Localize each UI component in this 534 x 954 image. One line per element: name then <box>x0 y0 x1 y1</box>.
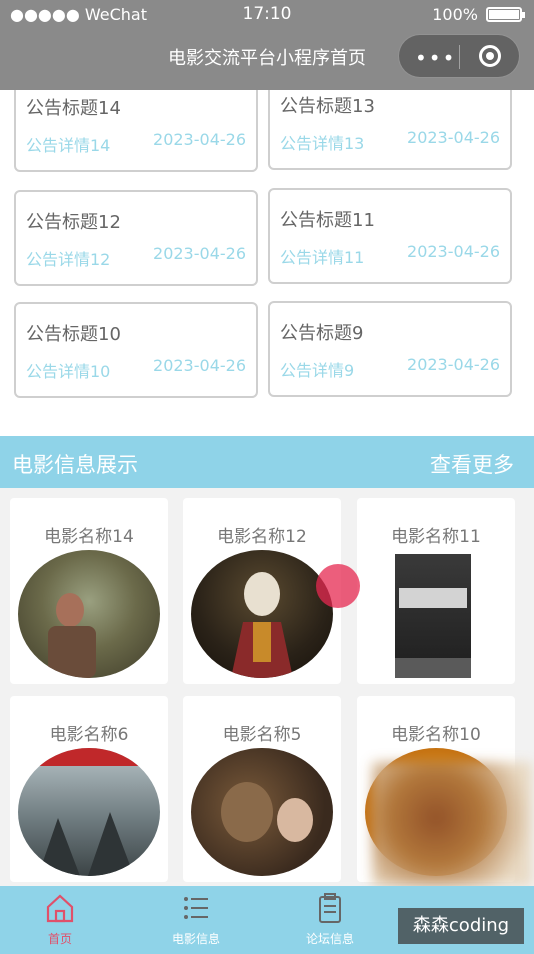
notice-detail: 公告详情12 <box>26 250 111 269</box>
status-bar: ●●●●● WeChat 17:10 100% <box>0 0 534 30</box>
movie-poster <box>191 748 333 876</box>
clipboard-icon <box>319 893 341 923</box>
notice-title: 公告标题12 <box>26 212 121 233</box>
movie-poster <box>395 554 471 678</box>
notice-card[interactable]: 公告标题14 公告详情14 2023-04-26 <box>14 90 258 172</box>
movie-poster <box>191 550 333 678</box>
notice-card[interactable]: 公告标题10 公告详情10 2023-04-26 <box>14 302 258 398</box>
mini-program-capsule: ••• <box>398 34 520 78</box>
notice-title: 公告标题13 <box>280 96 375 117</box>
movie-card[interactable]: 电影名称6 <box>10 696 168 882</box>
movie-card[interactable]: 电影名称14 <box>10 498 168 684</box>
list-icon <box>184 897 208 919</box>
view-more-link[interactable]: 查看更多 <box>430 449 514 479</box>
notice-card[interactable]: 公告标题13 公告详情13 2023-04-26 <box>268 90 512 170</box>
notice-title: 公告标题10 <box>26 324 121 345</box>
movie-name: 电影名称14 <box>44 527 134 547</box>
notice-title: 公告标题9 <box>280 323 364 344</box>
movie-name: 电影名称10 <box>391 725 481 745</box>
close-target-icon[interactable] <box>479 45 501 67</box>
tab-home[interactable]: 首页 <box>0 892 125 947</box>
movie-card[interactable]: 电影名称5 <box>183 696 341 882</box>
movie-name: 电影名称5 <box>222 725 302 745</box>
notice-card[interactable]: 公告标题9 公告详情9 2023-04-26 <box>268 301 512 397</box>
movie-poster <box>18 550 160 678</box>
touch-indicator <box>316 564 360 608</box>
tab-movie-info[interactable]: 电影信息 <box>131 892 261 947</box>
tab-movie-info-label: 电影信息 <box>171 932 220 946</box>
capsule-divider <box>459 45 460 69</box>
more-icon[interactable]: ••• <box>415 46 456 70</box>
notice-date: 2023-04-26 <box>407 242 500 261</box>
movie-name: 电影名称6 <box>49 725 129 745</box>
notice-date: 2023-04-26 <box>153 356 246 375</box>
notice-list: 公告标题14 公告详情14 2023-04-26 公告标题13 公告详情13 2… <box>0 90 534 435</box>
blurred-overlay <box>372 762 532 886</box>
notice-card[interactable]: 公告标题12 公告详情12 2023-04-26 <box>14 190 258 286</box>
tab-forum-info-label: 论坛信息 <box>305 932 354 946</box>
tab-forum-info[interactable]: 论坛信息 <box>265 892 395 947</box>
battery-percent: 100% <box>432 5 478 24</box>
movie-name: 电影名称12 <box>217 527 307 547</box>
section-title: 电影信息展示 <box>12 453 138 477</box>
movie-card[interactable]: 电影名称11 <box>357 498 515 684</box>
watermark: 森森coding <box>398 908 524 944</box>
tab-home-label: 首页 <box>47 932 72 946</box>
notice-detail: 公告详情9 <box>280 361 355 380</box>
notice-title: 公告标题14 <box>26 98 121 119</box>
notice-detail: 公告详情13 <box>280 134 365 153</box>
notice-detail: 公告详情14 <box>26 136 111 155</box>
notice-date: 2023-04-26 <box>153 244 246 263</box>
movie-name: 电影名称11 <box>391 527 481 547</box>
notice-detail: 公告详情10 <box>26 362 111 381</box>
battery-status: 100% <box>432 5 525 24</box>
top-bar: ●●●●● WeChat 17:10 100% 电影交流平台小程序首页 ••• <box>0 0 534 90</box>
movie-poster <box>18 748 160 876</box>
notice-detail: 公告详情11 <box>280 248 365 267</box>
home-icon <box>46 894 74 923</box>
notice-date: 2023-04-26 <box>153 130 246 149</box>
notice-date: 2023-04-26 <box>407 355 500 374</box>
movie-section-header: 电影信息展示 查看更多 <box>0 436 534 488</box>
notice-date: 2023-04-26 <box>407 128 500 147</box>
battery-icon <box>486 7 525 22</box>
notice-title: 公告标题11 <box>280 210 375 231</box>
notice-card[interactable]: 公告标题11 公告详情11 2023-04-26 <box>268 188 512 284</box>
